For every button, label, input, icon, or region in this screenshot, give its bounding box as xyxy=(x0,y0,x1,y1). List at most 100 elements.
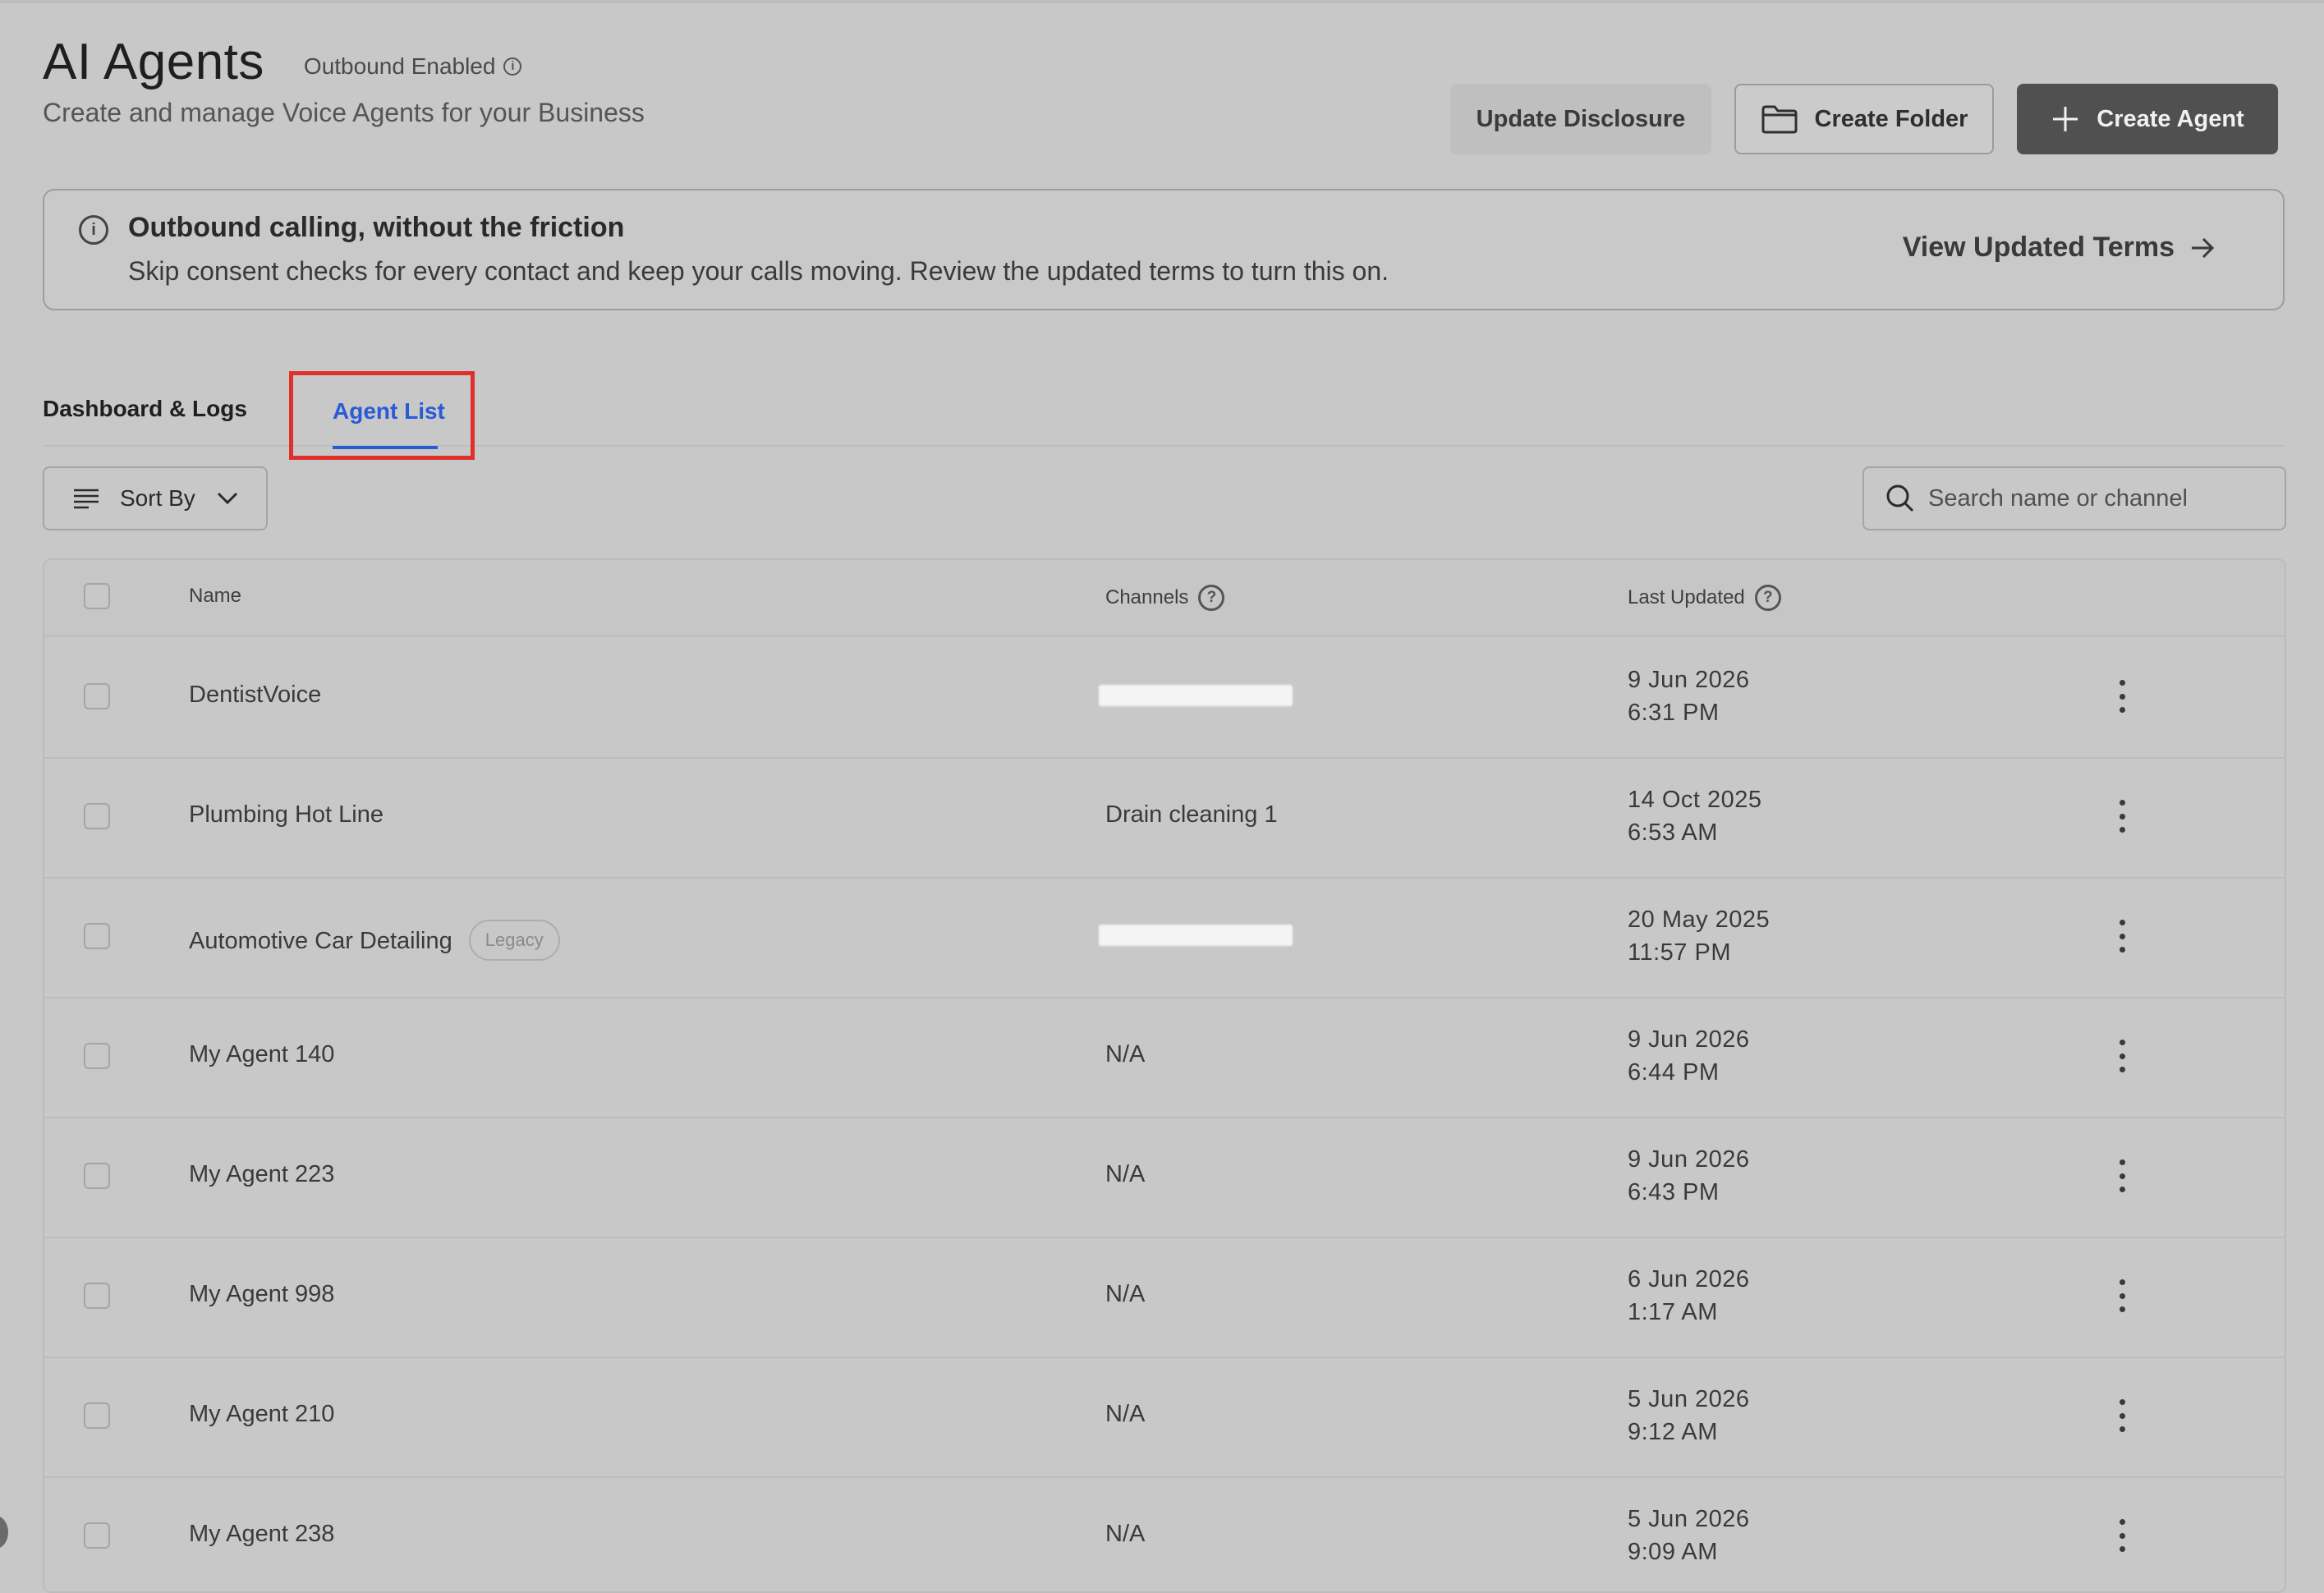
outbound-status-label: Outbound Enabled xyxy=(303,53,496,79)
last-updated-cell: 9 Jun 2026 6:44 PM xyxy=(1628,1023,1750,1089)
agent-name-cell[interactable]: DentistVoice xyxy=(189,682,321,709)
banner-title: Outbound calling, without the friction xyxy=(128,212,625,243)
column-header-last-updated[interactable]: Last Updated ? xyxy=(1628,585,1781,611)
create-agent-button[interactable]: Create Agent xyxy=(2017,84,2278,154)
agents-table: Name Channels ? Last Updated ? DentistVo… xyxy=(43,558,2286,1593)
kebab-dot xyxy=(2119,920,2125,925)
agent-name-cell[interactable]: My Agent 210 xyxy=(189,1401,334,1428)
last-updated-cell: 5 Jun 2026 9:12 AM xyxy=(1628,1383,1750,1448)
tab-agent-list[interactable]: Agent List xyxy=(289,371,475,460)
row-checkbox[interactable] xyxy=(84,1402,110,1429)
kebab-dot xyxy=(2119,1040,2125,1045)
table-row[interactable]: My Agent 998 N/A 6 Jun 2026 1:17 AM xyxy=(44,1237,2285,1358)
more-options-icon[interactable] xyxy=(2114,1399,2130,1432)
more-options-icon[interactable] xyxy=(2114,1159,2130,1192)
agent-name-cell[interactable]: My Agent 223 xyxy=(189,1161,334,1188)
table-row[interactable]: My Agent 140 N/A 9 Jun 2026 6:44 PM xyxy=(44,997,2285,1118)
kebab-dot xyxy=(2119,1292,2125,1299)
column-header-channels: Channels ? xyxy=(1105,585,1225,611)
table-row[interactable]: My Agent 210 N/A 5 Jun 2026 9:12 AM xyxy=(44,1357,2285,1478)
more-options-icon[interactable] xyxy=(2114,1519,2130,1552)
kebab-dot xyxy=(2119,707,2125,713)
help-icon[interactable]: ? xyxy=(1198,585,1225,611)
edge-handle[interactable] xyxy=(0,1516,8,1549)
kebab-dot xyxy=(2119,693,2125,700)
channel-cell: N/A xyxy=(1105,1161,1146,1187)
kebab-dot xyxy=(2119,813,2125,819)
more-options-icon[interactable] xyxy=(2114,800,2130,833)
updated-time: 11:57 PM xyxy=(1628,939,1731,966)
select-all-checkbox[interactable] xyxy=(84,583,110,609)
more-options-icon[interactable] xyxy=(2114,1040,2130,1072)
tab-agent-list-label: Agent List xyxy=(333,398,445,424)
updated-date: 14 Oct 2025 xyxy=(1628,787,1762,813)
info-icon[interactable]: i xyxy=(503,57,522,76)
updated-time: 6:31 PM xyxy=(1628,700,1720,726)
more-options-icon[interactable] xyxy=(2114,1279,2130,1312)
sort-by-label: Sort By xyxy=(120,485,195,511)
agent-name: DentistVoice xyxy=(189,682,322,708)
last-updated-cell: 6 Jun 2026 1:17 AM xyxy=(1628,1263,1750,1329)
redacted-channel xyxy=(1099,685,1293,706)
agent-name-cell[interactable]: Automotive Car Detailing Legacy xyxy=(189,920,560,961)
chevron-down-icon xyxy=(217,492,237,505)
updated-time: 6:53 AM xyxy=(1628,819,1718,846)
last-updated-cell: 9 Jun 2026 6:43 PM xyxy=(1628,1143,1750,1209)
agent-name: My Agent 223 xyxy=(189,1161,335,1187)
update-disclosure-label: Update Disclosure xyxy=(1476,105,1686,132)
search-input[interactable] xyxy=(1927,484,2275,513)
agent-name-cell[interactable]: Plumbing Hot Line xyxy=(189,801,384,829)
updated-date: 9 Jun 2026 xyxy=(1628,1026,1750,1053)
last-updated-cell: 20 May 2025 11:57 PM xyxy=(1628,903,1770,969)
banner-info-icon: i xyxy=(79,215,108,245)
plus-icon xyxy=(2053,107,2078,131)
more-options-icon[interactable] xyxy=(2114,920,2130,953)
table-row[interactable]: Automotive Car Detailing Legacy 20 May 202… xyxy=(44,877,2285,998)
row-checkbox[interactable] xyxy=(84,1522,110,1549)
updated-time: 6:44 PM xyxy=(1628,1059,1720,1086)
view-updated-terms-link[interactable]: View Updated Terms xyxy=(1903,232,2216,264)
table-row[interactable]: DentistVoice 9 Jun 2026 6:31 PM xyxy=(44,637,2285,759)
kebab-dot xyxy=(2119,1532,2125,1539)
table-header: Name Channels ? Last Updated ? xyxy=(44,560,2285,637)
agent-name-cell[interactable]: My Agent 140 xyxy=(189,1041,334,1068)
kebab-dot xyxy=(2119,800,2125,806)
help-icon[interactable]: ? xyxy=(1754,585,1781,611)
table-row[interactable]: My Agent 223 N/A 9 Jun 2026 6:43 PM xyxy=(44,1117,2285,1238)
agent-name-cell[interactable]: My Agent 998 xyxy=(189,1281,334,1308)
column-header-name[interactable]: Name xyxy=(189,585,241,608)
row-checkbox[interactable] xyxy=(84,683,110,709)
channel-cell: N/A xyxy=(1105,1401,1146,1427)
sort-by-dropdown[interactable]: Sort By xyxy=(43,466,268,530)
kebab-dot xyxy=(2119,1053,2125,1059)
row-checkbox[interactable] xyxy=(84,1043,110,1069)
update-disclosure-button[interactable]: Update Disclosure xyxy=(1450,84,1711,154)
kebab-dot xyxy=(2119,680,2125,686)
table-row[interactable]: Plumbing Hot Line Drain cleaning 1 14 Oct … xyxy=(44,757,2285,879)
table-row[interactable]: My Agent 238 N/A 5 Jun 2026 9:09 AM xyxy=(44,1476,2285,1591)
sort-lines-icon xyxy=(74,489,99,509)
kebab-dot xyxy=(2119,1519,2125,1525)
tab-dashboard-logs[interactable]: Dashboard & Logs xyxy=(43,396,247,422)
row-checkbox[interactable] xyxy=(84,923,110,949)
row-checkbox[interactable] xyxy=(84,803,110,829)
search-icon xyxy=(1886,484,1914,512)
search-box[interactable] xyxy=(1862,466,2286,530)
agent-name: Automotive Car Detailing xyxy=(189,927,452,954)
row-checkbox[interactable] xyxy=(84,1283,110,1309)
kebab-dot xyxy=(2119,1159,2125,1165)
kebab-dot xyxy=(2119,827,2125,833)
create-folder-button[interactable]: Create Folder xyxy=(1734,84,1994,154)
row-checkbox[interactable] xyxy=(84,1163,110,1189)
agent-name-cell[interactable]: My Agent 238 xyxy=(189,1521,334,1548)
updated-time: 9:09 AM xyxy=(1628,1539,1718,1565)
channel-cell: Drain cleaning 1 xyxy=(1105,801,1278,828)
column-channels-label: Channels xyxy=(1105,586,1189,608)
updated-date: 5 Jun 2026 xyxy=(1628,1506,1750,1532)
more-options-icon[interactable] xyxy=(2114,680,2130,713)
channel-cell: N/A xyxy=(1105,1281,1146,1307)
view-updated-terms-label: View Updated Terms xyxy=(1902,232,2175,263)
updated-time: 6:43 PM xyxy=(1628,1179,1720,1205)
updated-time: 1:17 AM xyxy=(1628,1299,1718,1325)
last-updated-cell: 5 Jun 2026 9:09 AM xyxy=(1628,1503,1750,1568)
